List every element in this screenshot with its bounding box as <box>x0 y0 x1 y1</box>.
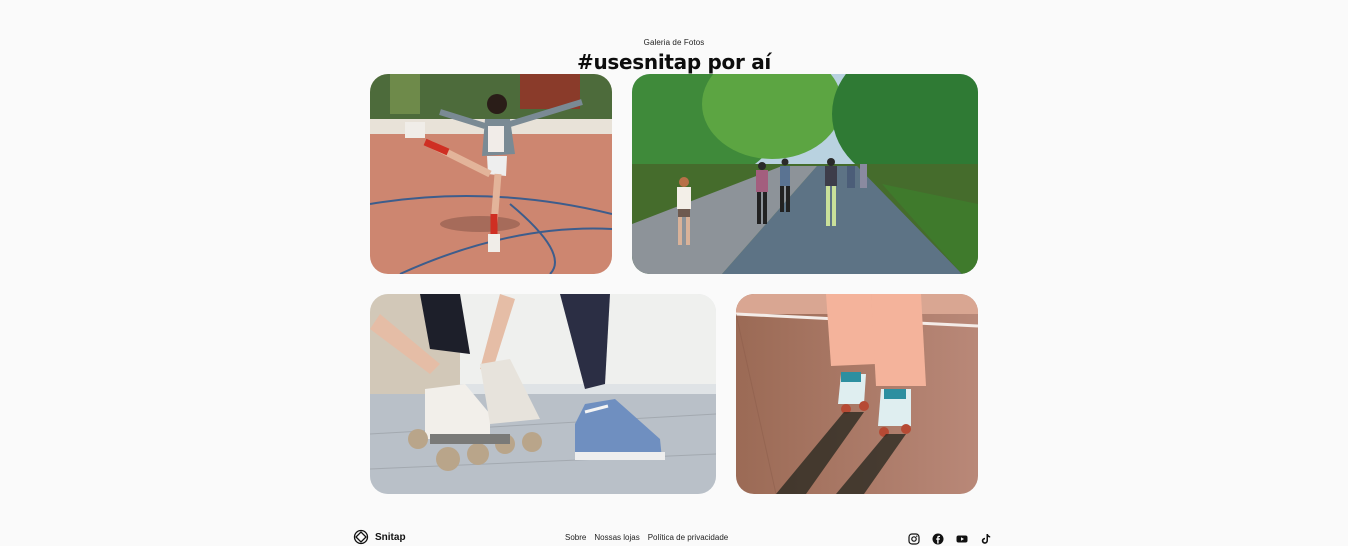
youtube-icon[interactable] <box>956 532 968 544</box>
instagram-icon[interactable] <box>908 532 920 545</box>
site-footer: Snitap Sobre Nossas lojas Política de pr… <box>0 526 1348 546</box>
gallery-eyebrow: Galeria de Fotos <box>643 38 705 47</box>
photo-skater-court[interactable] <box>370 74 612 274</box>
footer-nav: Sobre Nossas lojas Política de privacida… <box>565 533 728 542</box>
photo-skater-court-image <box>370 74 612 274</box>
snitap-logo-icon <box>353 529 369 545</box>
footer-link-politica-privacidade[interactable]: Política de privacidade <box>648 533 729 542</box>
footer-social <box>908 532 992 545</box>
photo-tying-laces[interactable] <box>370 294 716 494</box>
gallery-header: Galeria de Fotos #usesnitap por aí <box>0 38 1348 74</box>
photo-skates-track-image <box>736 294 978 494</box>
facebook-icon[interactable] <box>932 532 944 545</box>
photo-tying-laces-image <box>370 294 716 494</box>
photo-skates-track[interactable] <box>736 294 978 494</box>
footer-brand-name: Snitap <box>375 531 406 543</box>
gallery-title: #usesnitap por aí <box>577 50 771 74</box>
footer-brand[interactable]: Snitap <box>353 529 406 545</box>
photo-group-park[interactable] <box>632 74 978 274</box>
photo-group-park-image <box>632 74 978 274</box>
footer-link-nossas-lojas[interactable]: Nossas lojas <box>594 533 639 542</box>
tiktok-icon[interactable] <box>980 532 992 544</box>
footer-link-sobre[interactable]: Sobre <box>565 533 586 542</box>
